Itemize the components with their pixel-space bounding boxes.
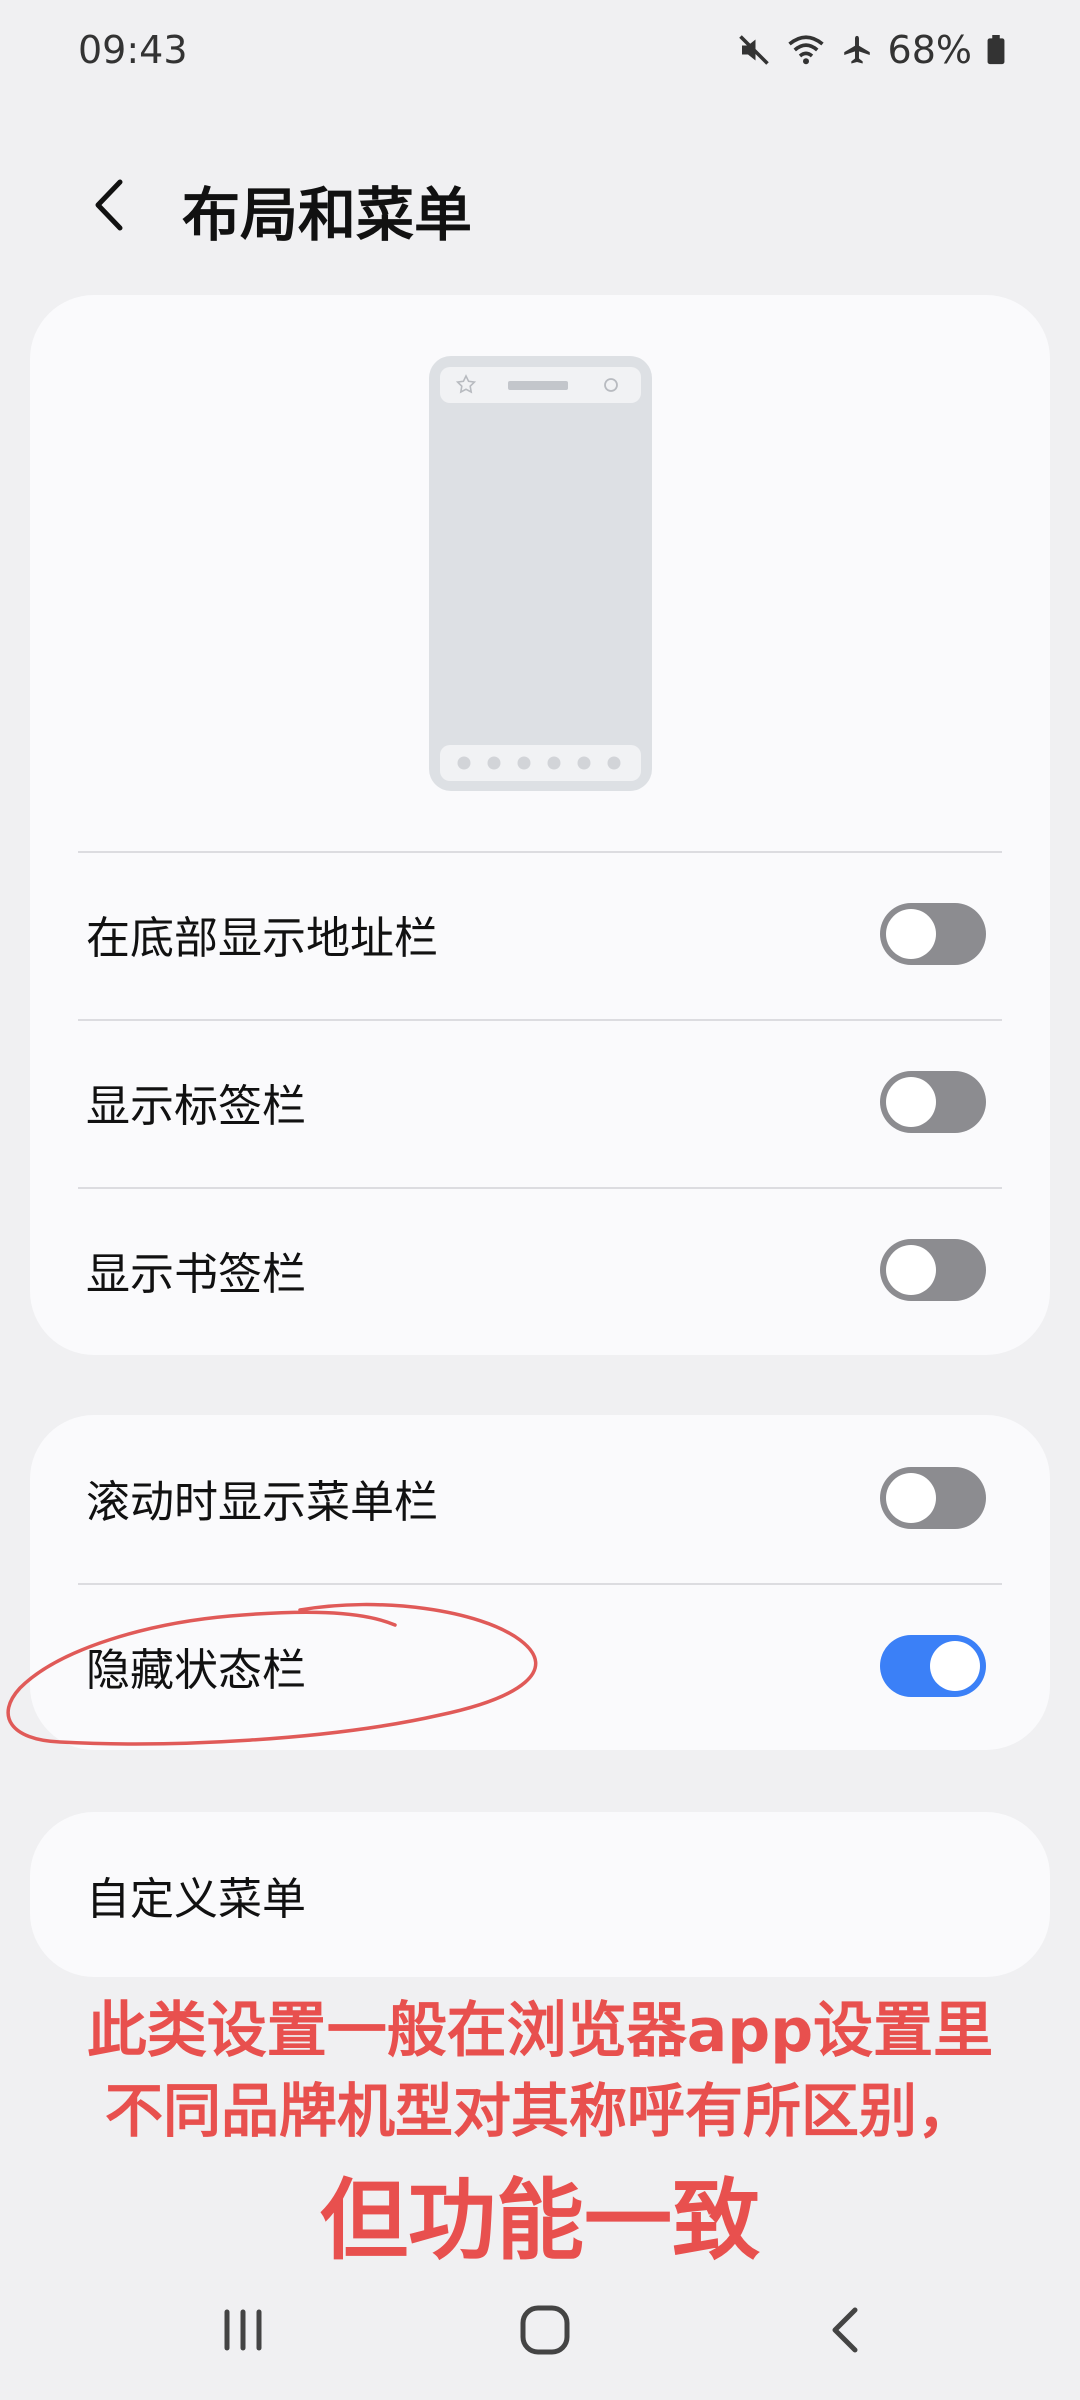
recents-icon — [224, 2309, 262, 2351]
home-button[interactable] — [500, 2290, 590, 2370]
show-bookmark-bar-row[interactable]: 显示书签栏 — [30, 1187, 1050, 1353]
toggle-knob — [886, 909, 936, 959]
show-menu-bar-on-scroll-row[interactable]: 滚动时显示菜单栏 — [30, 1415, 1050, 1581]
toggle-knob — [886, 1077, 936, 1127]
phone-layout-preview-icon — [429, 356, 652, 791]
status-bar: 09:43 68% — [0, 0, 1080, 100]
back-icon — [832, 2307, 858, 2353]
menu-settings-card: 滚动时显示菜单栏 隐藏状态栏 — [30, 1415, 1050, 1750]
hide-status-bar-row[interactable]: 隐藏状态栏 — [30, 1583, 1050, 1749]
annotation-line-1: 此类设置一般在浏览器app设置里 — [86, 1996, 994, 2066]
annotation-line-2: 不同品牌机型对其称呼有所区别， — [104, 2077, 975, 2145]
custom-menu-card[interactable]: 自定义菜单 — [30, 1812, 1050, 1977]
battery-level: 68% — [887, 28, 972, 72]
recents-button[interactable] — [198, 2290, 288, 2370]
divider — [78, 1019, 1002, 1021]
divider — [78, 1187, 1002, 1189]
home-icon — [520, 2305, 570, 2355]
mute-icon — [736, 32, 772, 68]
page-title: 布局和菜单 — [182, 181, 473, 249]
toggle-knob — [886, 1245, 936, 1295]
address-bar-bottom-label: 在底部显示地址栏 — [86, 913, 438, 964]
show-menu-bar-on-scroll-label: 滚动时显示菜单栏 — [86, 1477, 438, 1528]
show-menu-bar-on-scroll-toggle[interactable] — [880, 1467, 986, 1529]
toggle-knob — [930, 1641, 980, 1691]
airplane-icon — [840, 32, 874, 68]
divider — [78, 1583, 1002, 1585]
navigation-bar — [0, 2260, 1080, 2400]
status-icons: 68% — [736, 26, 1006, 74]
show-tab-bar-toggle[interactable] — [880, 1071, 986, 1133]
address-bar-bottom-row[interactable]: 在底部显示地址栏 — [30, 851, 1050, 1017]
divider — [78, 851, 1002, 853]
back-button[interactable] — [78, 170, 148, 240]
toggle-knob — [886, 1473, 936, 1523]
battery-icon — [986, 35, 1006, 65]
system-back-button[interactable] — [802, 2290, 892, 2370]
page-header: 布局和菜单 — [0, 150, 1080, 260]
wifi-icon — [786, 32, 826, 68]
show-tab-bar-label: 显示标签栏 — [86, 1081, 306, 1132]
show-bookmark-bar-label: 显示书签栏 — [86, 1249, 306, 1300]
hide-status-bar-label: 隐藏状态栏 — [86, 1645, 306, 1696]
annotation-line-3: 但功能一致 — [319, 2169, 760, 2272]
layout-settings-card: 在底部显示地址栏 显示标签栏 显示书签栏 — [30, 295, 1050, 1355]
back-arrow-icon — [95, 179, 123, 231]
address-bar-bottom-toggle[interactable] — [880, 903, 986, 965]
custom-menu-label: 自定义菜单 — [86, 1873, 306, 1925]
show-tab-bar-row[interactable]: 显示标签栏 — [30, 1019, 1050, 1185]
hide-status-bar-toggle[interactable] — [880, 1635, 986, 1697]
status-time: 09:43 — [78, 28, 188, 72]
show-bookmark-bar-toggle[interactable] — [880, 1239, 986, 1301]
